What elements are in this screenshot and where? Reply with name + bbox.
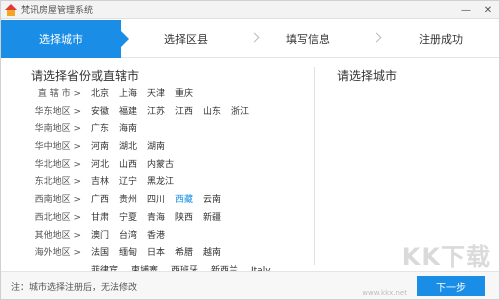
- province-link[interactable]: 浙江: [231, 105, 259, 119]
- province-link[interactable]: 江西: [175, 105, 203, 119]
- province-link[interactable]: 重庆: [175, 87, 203, 101]
- region-label: 其他地区 >: [34, 230, 81, 241]
- province-link[interactable]: 法国: [91, 246, 119, 260]
- region-row: 华南地区 > 广东 海南: [23, 122, 313, 140]
- city-section-title: 请选择城市: [337, 69, 398, 83]
- province-link[interactable]: 吉林: [91, 175, 119, 189]
- region-row: 海外地区 > 法国 缅甸 日本 希腊 越南: [23, 246, 313, 264]
- province-link[interactable]: 陕西: [175, 211, 203, 225]
- step-select-city: 选择城市: [1, 20, 121, 58]
- province-link[interactable]: 山东: [203, 105, 231, 119]
- province-link[interactable]: 新疆: [203, 211, 231, 225]
- city-list: 河南 湖北 湖南: [91, 140, 175, 154]
- province-link[interactable]: 宁夏: [119, 211, 147, 225]
- region-row: 华中地区 > 河南 湖北 湖南: [23, 140, 313, 158]
- province-link[interactable]: 日本: [147, 246, 175, 260]
- region-label: 华南地区 >: [34, 124, 81, 135]
- city-list: 北京 上海 天津 重庆: [91, 87, 203, 101]
- province-link[interactable]: 西藏: [175, 193, 203, 207]
- city-list: 吉林 辽宁 黑龙江: [91, 175, 175, 189]
- province-link[interactable]: 湖南: [147, 140, 175, 154]
- close-button[interactable]: ✕: [477, 1, 499, 19]
- province-link[interactable]: 广东: [91, 122, 119, 136]
- province-link[interactable]: 黑龙江: [147, 175, 175, 189]
- city-list: 广西 贵州 四川 西藏 云南: [91, 193, 231, 207]
- panel-divider: [314, 67, 315, 265]
- step-register-success: 注册成功: [419, 33, 463, 46]
- province-section-title: 请选择省份或直辖市: [31, 69, 140, 83]
- province-link[interactable]: 天津: [147, 87, 175, 101]
- step-fill-info: 填写信息: [286, 33, 330, 46]
- province-link[interactable]: 香港: [147, 229, 175, 243]
- province-link[interactable]: 辽宁: [119, 175, 147, 189]
- province-link[interactable]: 江苏: [147, 105, 175, 119]
- steps-bar: 选择城市 选择区县 填写信息 注册成功: [1, 20, 499, 58]
- region-row: 东北地区 > 吉林 辽宁 黑龙江: [23, 175, 313, 193]
- province-link[interactable]: 上海: [119, 87, 147, 101]
- window-title: 梵讯房屋管理系统: [21, 6, 94, 16]
- chevron-right-icon: [371, 32, 382, 43]
- region-row: 直 辖 市 > 北京 上海 天津 重庆: [23, 87, 313, 105]
- province-link[interactable]: 甘肃: [91, 211, 119, 225]
- province-link[interactable]: 台湾: [119, 229, 147, 243]
- footer: 注：城市选择注册后，无法修改 下一步: [1, 271, 499, 299]
- province-link[interactable]: 越南: [203, 246, 231, 260]
- region-row: 其他地区 > 澳门 台湾 香港: [23, 229, 313, 247]
- app-window: 梵讯房屋管理系统 — ✕ 选择城市 选择区县 填写信息 注册成功 请选择省份或直…: [0, 0, 500, 300]
- step-arrow-icon: [121, 31, 129, 47]
- province-link[interactable]: 贵州: [119, 193, 147, 207]
- region-list: 直 辖 市 > 北京 上海 天津 重庆 华东地区 > 安徽 福建 江苏 江西 山东 浙江 华南地区 > 广…: [23, 87, 313, 282]
- region-label: 直 辖 市 >: [37, 89, 81, 99]
- city-list: 广东 海南: [91, 122, 147, 136]
- step-select-district: 选择区县: [164, 33, 208, 46]
- region-row: 西南地区 > 广西 贵州 四川 西藏 云南: [23, 193, 313, 211]
- province-link[interactable]: 湖北: [119, 140, 147, 154]
- city-list: 安徽 福建 江苏 江西 山东 浙江: [91, 105, 259, 119]
- region-label: 华中地区 >: [34, 142, 81, 153]
- chevron-right-icon: [249, 32, 260, 43]
- watermark-logo: KK下载: [401, 243, 491, 271]
- region-row: 华东地区 > 安徽 福建 江苏 江西 山东 浙江: [23, 105, 313, 123]
- title-bar: 梵讯房屋管理系统 — ✕: [1, 1, 499, 19]
- next-button[interactable]: 下一步: [417, 276, 485, 296]
- city-list: 甘肃 宁夏 青海 陕西 新疆: [91, 211, 231, 225]
- region-label: 西南地区 >: [34, 195, 81, 206]
- province-link[interactable]: 河南: [91, 140, 119, 154]
- province-link[interactable]: 澳门: [91, 229, 119, 243]
- city-list: 河北 山西 内蒙古: [91, 158, 175, 172]
- province-link[interactable]: 广西: [91, 193, 119, 207]
- region-label: 西北地区 >: [34, 212, 81, 223]
- province-link[interactable]: 北京: [91, 87, 119, 101]
- province-link[interactable]: 青海: [147, 211, 175, 225]
- region-label: 华北地区 >: [34, 159, 81, 170]
- city-list: 法国 缅甸 日本 希腊 越南: [91, 246, 231, 260]
- region-label: 华东地区 >: [34, 106, 81, 117]
- window-controls: — ✕: [455, 1, 499, 19]
- province-link[interactable]: 希腊: [175, 246, 203, 260]
- house-icon: [5, 3, 17, 16]
- province-link[interactable]: 缅甸: [119, 246, 147, 260]
- region-row: 西北地区 > 甘肃 宁夏 青海 陕西 新疆: [23, 211, 313, 229]
- province-link[interactable]: 内蒙古: [147, 158, 175, 172]
- region-label: 东北地区 >: [34, 177, 81, 188]
- province-link[interactable]: 四川: [147, 193, 175, 207]
- province-link[interactable]: 安徽: [91, 105, 119, 119]
- footer-note: 注：城市选择注册后，无法修改: [11, 283, 138, 293]
- region-row: 华北地区 > 河北 山西 内蒙古: [23, 158, 313, 176]
- province-link[interactable]: 福建: [119, 105, 147, 119]
- region-label: 海外地区 >: [34, 248, 81, 259]
- province-link[interactable]: 海南: [119, 122, 147, 136]
- province-link[interactable]: 河北: [91, 158, 119, 172]
- watermark-url: www.kkx.net: [362, 289, 407, 297]
- province-link[interactable]: 云南: [203, 193, 231, 207]
- city-list: 澳门 台湾 香港: [91, 229, 175, 243]
- minimize-button[interactable]: —: [455, 1, 477, 19]
- province-link[interactable]: 山西: [119, 158, 147, 172]
